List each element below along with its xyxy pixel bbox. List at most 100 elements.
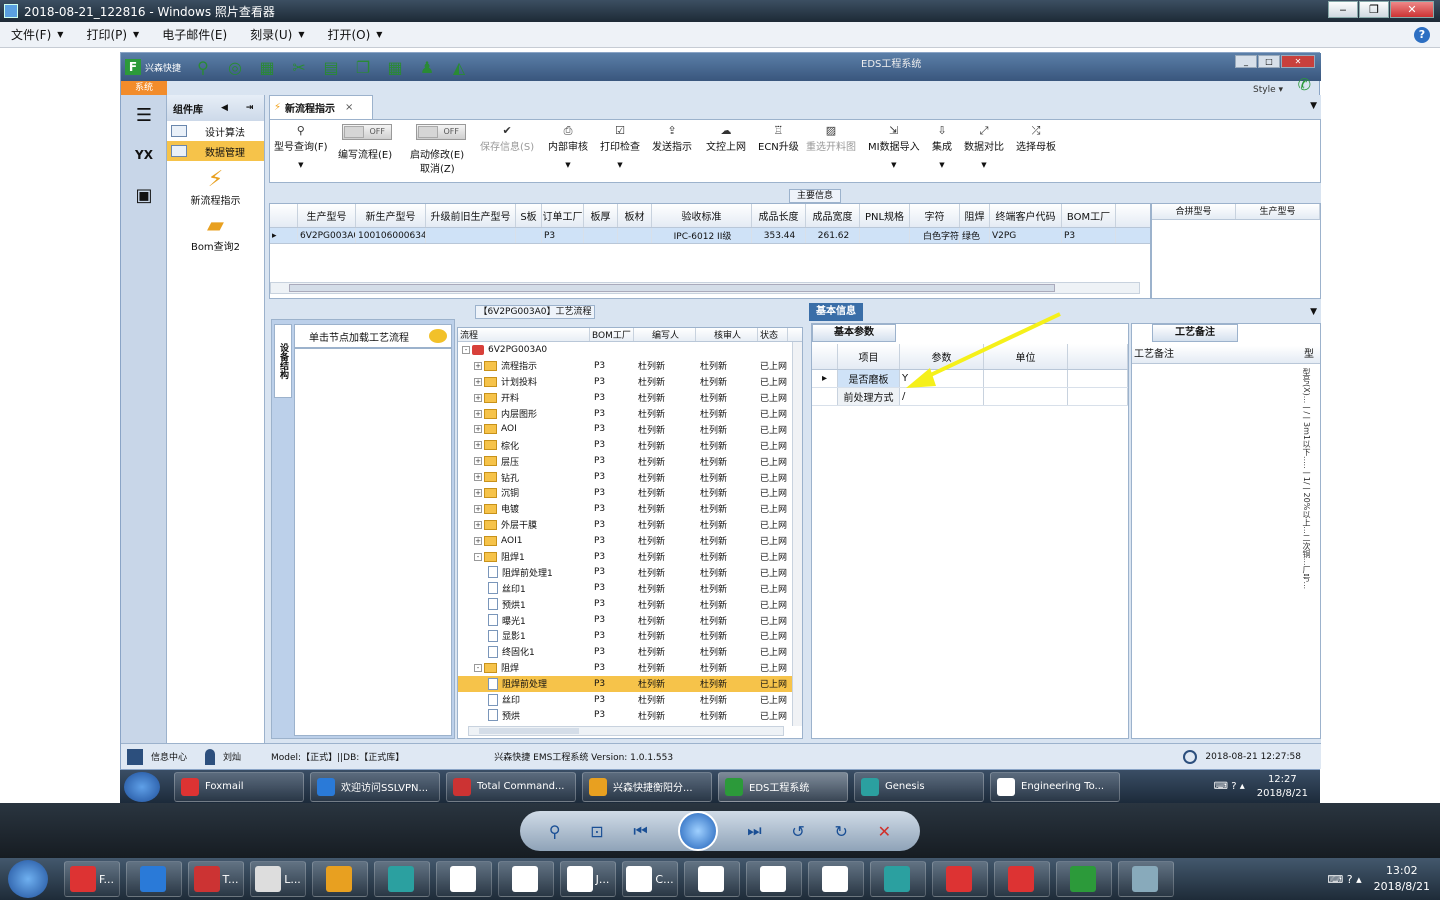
taskbar-foxmail[interactable]: Foxmail	[174, 771, 304, 802]
os-taskbar-item[interactable]	[374, 861, 430, 897]
tree-node[interactable]: 预烘 P3 杜列新 杜列新 已上网	[458, 707, 802, 723]
os-taskbar-item[interactable]	[1118, 861, 1174, 897]
tab-basic-info[interactable]: 基本信息	[809, 303, 863, 321]
tab-basic-params[interactable]: 基本参数	[812, 324, 896, 342]
component-bom-query[interactable]: ▰ Bom查询2	[167, 213, 264, 253]
os-start-button[interactable]	[8, 860, 48, 898]
component-design-algorithm[interactable]: 设计算法	[167, 121, 264, 141]
chevron-down-icon[interactable]: ▼	[1310, 307, 1317, 317]
menu-burn[interactable]: 刻录(U) ▼	[250, 26, 304, 43]
reselect-cut-button[interactable]: ▨ 重选开料图	[806, 124, 856, 153]
tree-node[interactable]: 曝光1 P3 杜列新 杜列新 已上网	[458, 612, 802, 628]
horizontal-scrollbar[interactable]	[270, 282, 1140, 294]
tree-node[interactable]: 阻焊前处理 P3 杜列新 杜列新 已上网	[458, 675, 802, 692]
os-taskbar-item[interactable]: T...	[188, 861, 244, 897]
os-taskbar-item[interactable]	[870, 861, 926, 897]
delete-icon[interactable]: ✕	[878, 822, 891, 841]
previous-icon[interactable]: ⏮	[633, 821, 647, 841]
rotate-right-icon[interactable]: ↻	[835, 822, 848, 841]
component-new-process[interactable]: ⚡ 新流程指示	[167, 167, 264, 207]
start-button[interactable]	[124, 771, 160, 802]
help-icon[interactable]: ?	[1414, 27, 1430, 43]
os-taskbar-item[interactable]: C...	[622, 861, 678, 897]
tree-node[interactable]: + 外层干膜 P3 杜列新 杜列新 已上网	[458, 517, 802, 533]
os-taskbar-item[interactable]	[126, 861, 182, 897]
film-icon[interactable]: ▤	[320, 57, 342, 77]
save-button[interactable]: ✔ 保存信息(S)	[480, 124, 534, 153]
slideshow-button[interactable]	[677, 811, 718, 851]
tree-horizontal-scrollbar[interactable]	[468, 726, 784, 736]
equipment-structure-tab[interactable]: 设备结构	[274, 324, 292, 398]
internal-review-button[interactable]: ⎙ 内部审核 ▼	[548, 124, 588, 169]
pin-icon[interactable]: ⇥	[246, 103, 254, 113]
system-tab[interactable]: 系统	[121, 81, 167, 95]
tree-node[interactable]: 终固化1 P3 杜列新 杜列新 已上网	[458, 644, 802, 660]
choose-mother-board-button[interactable]: ⤮ 选择母板	[1016, 124, 1056, 153]
os-taskbar-item[interactable]	[746, 861, 802, 897]
menu-open[interactable]: 打开(O) ▼	[327, 26, 382, 43]
tools-icon[interactable]: ✂	[288, 57, 310, 77]
taskbar-genesis[interactable]: Genesis	[854, 771, 984, 802]
inner-clock[interactable]: 12:27 2018/8/21	[1257, 773, 1308, 801]
tree-node[interactable]: 阻焊前处理1 P3 杜列新 杜列新 已上网	[458, 564, 802, 580]
chart-icon[interactable]: ◭	[448, 57, 470, 77]
model-query-button[interactable]: ⚲ 型号查询(F) ▼	[274, 124, 328, 169]
table-icon[interactable]: ▦	[384, 57, 406, 77]
os-taskbar-item[interactable]: F...	[64, 861, 120, 897]
os-taskbar-item[interactable]: L...	[250, 861, 306, 897]
menu-print[interactable]: 打印(P) ▼	[86, 26, 139, 43]
search-icon[interactable]: ⚲	[192, 57, 214, 77]
ecn-upgrade-button[interactable]: ♖ ECN升级	[758, 124, 799, 153]
os-clock[interactable]: 13:02 2018/8/21	[1374, 863, 1430, 895]
start-edit-button[interactable]: 启动修改(E)	[410, 146, 464, 161]
next-icon[interactable]: ⏭	[747, 821, 761, 841]
phone-icon[interactable]: ✆	[1298, 75, 1311, 94]
rotate-left-icon[interactable]: ↺	[791, 822, 804, 841]
taskbar-engineering[interactable]: Engineering To...	[990, 771, 1120, 802]
load-process-hint[interactable]: 单击节点加载工艺流程	[294, 324, 452, 348]
tree-node[interactable]: + AOI1 P3 杜列新 杜列新 已上网	[458, 533, 802, 549]
os-taskbar-item[interactable]	[1056, 861, 1112, 897]
tree-node[interactable]: + 电镀 P3 杜列新 杜列新 已上网	[458, 501, 802, 517]
component-data-management[interactable]: 数据管理	[167, 141, 264, 161]
tab-new-process[interactable]: ⚡ 新流程指示 ×	[269, 95, 373, 119]
edit-process-button[interactable]: 编写流程(E)	[338, 146, 392, 161]
edit-toggle[interactable]: OFF	[342, 124, 392, 140]
style-dropdown[interactable]: Style ▾	[1253, 85, 1283, 95]
maximize-button[interactable]: ❐	[1359, 1, 1389, 18]
taskbar-total-commander[interactable]: Total Command...	[446, 771, 576, 802]
menu-icon[interactable]: ☰	[121, 95, 167, 135]
tree-node[interactable]: 显影1 P3 杜列新 杜列新 已上网	[458, 628, 802, 644]
app-close-button[interactable]: ✕	[1281, 55, 1315, 68]
table-row[interactable]: ▸ 6V2PG003A0 10010600063458 P3 IPC-6012 …	[270, 228, 1150, 244]
tree-node[interactable]: + 沉铜 P3 杜列新 杜列新 已上网	[458, 485, 802, 501]
app-maximize-button[interactable]: □	[1258, 55, 1280, 68]
os-taskbar-item[interactable]	[436, 861, 492, 897]
menu-email[interactable]: 电子邮件(E)	[162, 26, 227, 43]
tree-node[interactable]: + 开料 P3 杜列新 杜列新 已上网	[458, 390, 802, 406]
tree-vertical-scrollbar[interactable]	[792, 342, 802, 726]
user-icon[interactable]: ♟	[416, 57, 438, 77]
os-taskbar-item[interactable]	[498, 861, 554, 897]
tree-node[interactable]: + AOI P3 杜列新 杜列新 已上网	[458, 421, 802, 437]
zoom-icon[interactable]: ⚲	[549, 822, 561, 841]
collapse-icon[interactable]: ◀	[221, 103, 228, 113]
tree-node[interactable]: + 层压 P3 杜列新 杜列新 已上网	[458, 453, 802, 469]
calculator-icon[interactable]: ▣	[121, 175, 167, 215]
yx-icon[interactable]: YX	[121, 135, 167, 175]
taskbar-xingsen[interactable]: 兴森快捷衡阳分...	[582, 771, 712, 802]
copy-icon[interactable]: ❐	[352, 57, 374, 77]
os-taskbar-item[interactable]	[994, 861, 1050, 897]
merge-button[interactable]: ⇩ 集成 ▼	[932, 124, 952, 169]
tree-node[interactable]: 预烘1 P3 杜列新 杜列新 已上网	[458, 596, 802, 612]
close-button[interactable]: ✕	[1390, 1, 1434, 18]
minimize-button[interactable]: ‒	[1328, 1, 1358, 18]
data-compare-button[interactable]: ⤢ 数据对比 ▼	[964, 124, 1004, 169]
grid-icon[interactable]: ▦	[256, 57, 278, 77]
os-taskbar-item[interactable]	[312, 861, 368, 897]
tree-node[interactable]: - 阻焊1 P3 杜列新 杜列新 已上网	[458, 549, 802, 565]
tree-node[interactable]: + 计划投料 P3 杜列新 杜列新 已上网	[458, 374, 802, 390]
tree-root[interactable]: -6V2PG003A0	[458, 342, 802, 358]
mi-import-button[interactable]: ⇲ MI数据导入 ▼	[868, 124, 920, 169]
globe-icon[interactable]: ◎	[224, 57, 246, 77]
